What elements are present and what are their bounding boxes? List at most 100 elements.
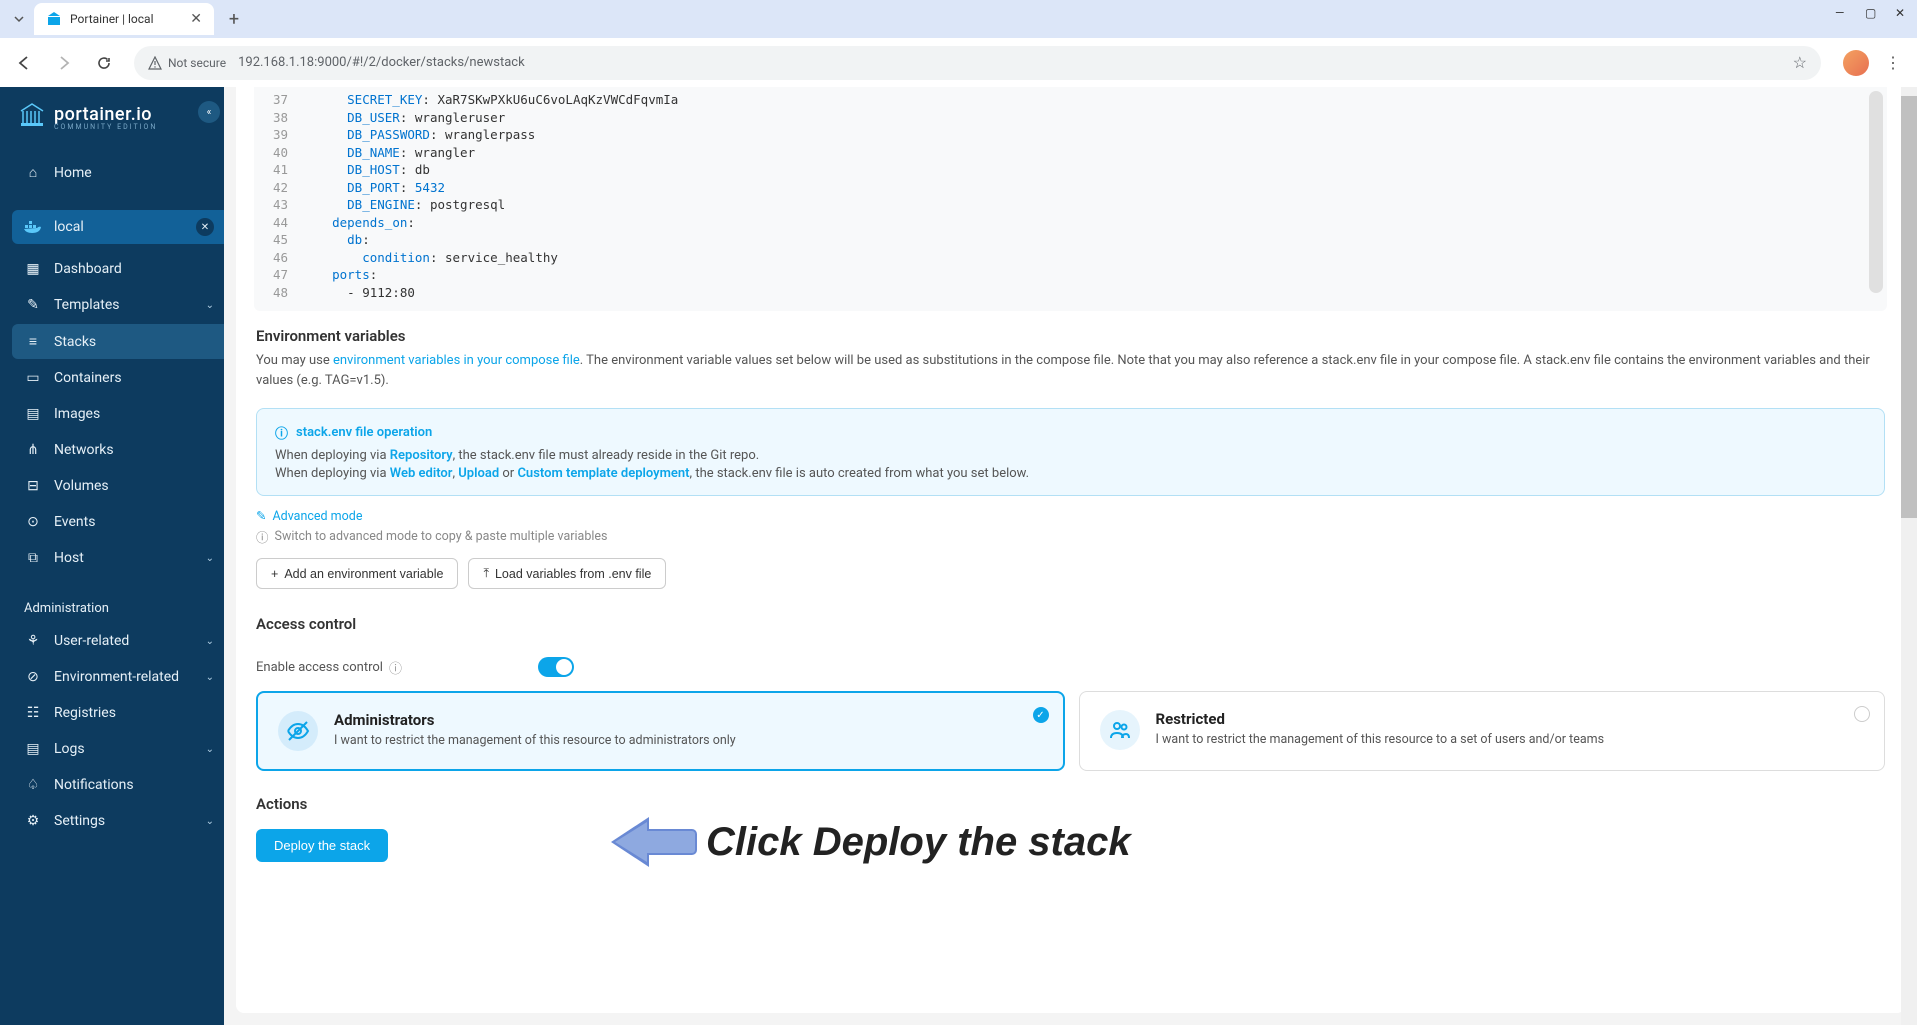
plus-icon: +: [271, 567, 278, 581]
forward-button[interactable]: [48, 47, 80, 79]
registries-icon: ☷: [24, 705, 42, 721]
sidebar-item-logs[interactable]: ▤Logs⌄: [12, 732, 224, 766]
browser-tab[interactable]: Portainer | local ✕: [34, 3, 214, 35]
code-editor[interactable]: 37 SECRET_KEY: XaR7SKwPXkU6uC6voLAqKzVWC…: [254, 87, 1887, 311]
minimize-icon[interactable]: —: [1835, 6, 1849, 20]
code-text: DB_USER: wrangleruser: [302, 109, 505, 127]
logo[interactable]: portainer.io COMMUNITY EDITION «: [12, 99, 224, 141]
users-icon: [1100, 710, 1140, 750]
help-icon[interactable]: ⓘ: [389, 658, 402, 677]
info-line-1: When deploying via Repository, the stack…: [275, 448, 1866, 463]
card-title: Restricted: [1156, 710, 1865, 728]
code-text: SECRET_KEY: XaR7SKwPXkU6uC6voLAqKzVWCdFq…: [302, 91, 678, 109]
admin-section-label: Administration: [12, 589, 224, 622]
check-icon: ✓: [1033, 707, 1049, 723]
load-env-file-button[interactable]: ⤒ Load variables from .env file: [468, 558, 666, 589]
env-vars-doc-link[interactable]: environment variables in your compose fi…: [333, 353, 580, 368]
back-button[interactable]: [8, 47, 40, 79]
sidebar-item-networks[interactable]: ⋔Networks: [12, 433, 224, 467]
hint-icon: ⓘ: [256, 527, 269, 546]
user-related-icon: ⚘: [24, 633, 42, 649]
sidebar-item-environment-related[interactable]: ⊘Environment-related⌄: [12, 660, 224, 694]
stacks-icon: ≡: [24, 333, 42, 350]
access-toggle[interactable]: [538, 657, 574, 677]
code-text: DB_NAME: wrangler: [302, 144, 475, 162]
browser-menu-icon[interactable]: ⋮: [1877, 47, 1909, 79]
close-window-icon[interactable]: ✕: [1895, 6, 1909, 20]
sidebar-item-stacks[interactable]: ≡Stacks: [12, 324, 224, 359]
portainer-logo-icon: [16, 99, 48, 135]
access-control-title: Access control: [256, 615, 1885, 633]
security-badge[interactable]: Not secure: [148, 56, 226, 70]
settings-icon: ⚙: [24, 813, 42, 829]
sidebar: portainer.io COMMUNITY EDITION « ⌂ Home …: [0, 87, 224, 1025]
add-env-var-button[interactable]: + Add an environment variable: [256, 558, 458, 589]
deploy-stack-button[interactable]: Deploy the stack: [256, 829, 388, 862]
line-number: 47: [254, 266, 302, 284]
scrollbar-thumb[interactable]: [1901, 96, 1917, 518]
sidebar-item-settings[interactable]: ⚙Settings⌄: [12, 804, 224, 838]
sidebar-collapse-button[interactable]: «: [198, 101, 220, 123]
maximize-icon[interactable]: ▢: [1865, 6, 1879, 20]
access-card-restricted[interactable]: Restricted I want to restrict the manage…: [1079, 691, 1886, 771]
sidebar-item-volumes[interactable]: ⊟Volumes: [12, 469, 224, 503]
code-text: db:: [302, 231, 370, 249]
env-close-icon[interactable]: ✕: [196, 218, 214, 236]
sidebar-item-images[interactable]: ▤Images: [12, 397, 224, 431]
line-number: 43: [254, 196, 302, 214]
sidebar-item-dashboard[interactable]: ▦Dashboard: [12, 252, 224, 286]
home-icon: ⌂: [24, 164, 42, 181]
sidebar-env-selector[interactable]: local ✕: [12, 210, 224, 244]
sidebar-item-home[interactable]: ⌂ Home: [12, 155, 224, 190]
notifications-icon: ♤: [24, 777, 42, 793]
advanced-mode-row: ✎ Advanced mode ⓘ Switch to advanced mod…: [236, 496, 1905, 548]
env-vars-section: Environment variables You may use enviro…: [236, 311, 1905, 394]
new-tab-button[interactable]: +: [220, 5, 248, 33]
actions-title: Actions: [256, 795, 1885, 813]
bookmark-star-icon[interactable]: ☆: [1793, 53, 1807, 72]
sidebar-item-events[interactable]: ⊙Events: [12, 505, 224, 539]
docker-icon: [24, 220, 42, 234]
logo-text: portainer.io: [54, 104, 157, 125]
access-card-administrators[interactable]: Administrators I want to restrict the ma…: [256, 691, 1065, 771]
url-text: 192.168.1.18:9000/#!/2/docker/stacks/new…: [238, 55, 525, 70]
url-bar[interactable]: Not secure 192.168.1.18:9000/#!/2/docker…: [134, 46, 1821, 80]
info-icon: ⓘ: [275, 423, 288, 442]
tab-list-arrow[interactable]: [8, 8, 30, 30]
page-scrollbar[interactable]: [1901, 87, 1917, 1025]
eye-off-icon: [278, 711, 318, 751]
networks-icon: ⋔: [24, 442, 42, 458]
sidebar-item-templates[interactable]: ✎Templates⌄: [12, 288, 224, 322]
editor-scrollbar[interactable]: [1869, 91, 1883, 293]
sidebar-item-registries[interactable]: ☷Registries: [12, 696, 224, 730]
events-icon: ⊙: [24, 514, 42, 530]
advanced-mode-link[interactable]: ✎ Advanced mode: [256, 508, 1885, 524]
volumes-icon: ⊟: [24, 478, 42, 494]
profile-avatar[interactable]: [1843, 50, 1869, 76]
sidebar-item-containers[interactable]: ▭Containers: [12, 361, 224, 395]
reload-button[interactable]: [88, 47, 120, 79]
code-line: 44 depends_on:: [254, 214, 1887, 232]
app-root: portainer.io COMMUNITY EDITION « ⌂ Home …: [0, 87, 1917, 1025]
access-cards: Administrators I want to restrict the ma…: [236, 685, 1905, 771]
sidebar-item-user-related[interactable]: ⚘User-related⌄: [12, 624, 224, 658]
line-number: 45: [254, 231, 302, 249]
tab-title: Portainer | local: [70, 12, 184, 26]
line-number: 37: [254, 91, 302, 109]
code-text: DB_ENGINE: postgresql: [302, 196, 505, 214]
code-text: DB_PORT: 5432: [302, 179, 445, 197]
code-text: DB_HOST: db: [302, 161, 430, 179]
code-line: 37 SECRET_KEY: XaR7SKwPXkU6uC6voLAqKzVWC…: [254, 91, 1887, 109]
line-number: 39: [254, 126, 302, 144]
sidebar-item-host[interactable]: ⧉Host⌄: [12, 541, 224, 575]
code-line: 41 DB_HOST: db: [254, 161, 1887, 179]
chevron-down-icon: ⌄: [206, 744, 214, 755]
line-number: 38: [254, 109, 302, 127]
sidebar-item-notifications[interactable]: ♤Notifications: [12, 768, 224, 802]
stackenv-info-box: ⓘ stack.env file operation When deployin…: [256, 408, 1885, 496]
host-icon: ⧉: [24, 550, 42, 566]
advanced-mode-hint: ⓘ Switch to advanced mode to copy & past…: [256, 527, 1885, 546]
nav-bar: Not secure 192.168.1.18:9000/#!/2/docker…: [0, 38, 1917, 87]
images-icon: ▤: [24, 406, 42, 422]
tab-close-icon[interactable]: ✕: [190, 11, 202, 27]
